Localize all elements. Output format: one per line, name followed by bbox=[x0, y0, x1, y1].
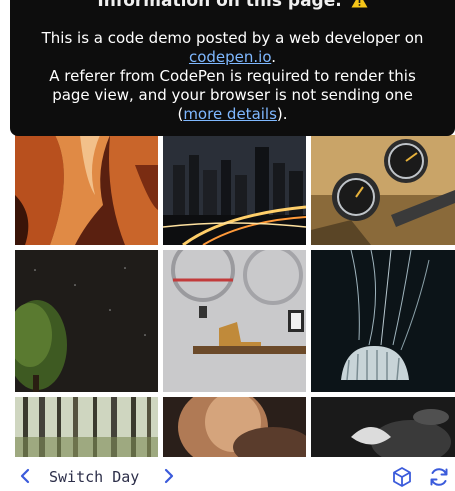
notice-line-4: (more details). bbox=[10, 105, 455, 124]
codepen-link[interactable]: codepen.io bbox=[189, 48, 271, 66]
notice-line-link: codepen.io. bbox=[10, 48, 455, 67]
notice-paren-close: ). bbox=[276, 105, 288, 123]
codepen-referer-notice: Information on this page. This is a code… bbox=[10, 0, 455, 136]
bottom-toolbar: Switch Day bbox=[0, 462, 455, 491]
notice-line-3: page view, and your browser is not sendi… bbox=[52, 86, 413, 104]
cube-button[interactable] bbox=[391, 466, 413, 488]
page: Information on this page. This is a code… bbox=[0, 0, 455, 491]
photo-tile-jellyfish[interactable] bbox=[311, 250, 455, 392]
photo-tile-motorcycle-gauges[interactable] bbox=[311, 135, 455, 245]
more-details-link[interactable]: more details bbox=[183, 105, 277, 123]
photo-tile-dark-abstract[interactable] bbox=[311, 397, 455, 457]
photo-tile-wall-shelf-boot[interactable] bbox=[163, 250, 306, 392]
notice-line-1: This is a code demo posted by a web deve… bbox=[41, 29, 424, 47]
refresh-icon bbox=[430, 468, 448, 486]
photo-tile-night-tree[interactable] bbox=[15, 250, 158, 392]
notice-heading-text: Information on this page. bbox=[97, 0, 342, 11]
notice-line-1-tail: . bbox=[271, 48, 277, 66]
cube-icon bbox=[393, 467, 411, 487]
chevron-left-icon bbox=[20, 468, 30, 484]
previous-day-button[interactable] bbox=[17, 466, 33, 486]
switch-day-label[interactable]: Switch Day bbox=[49, 468, 139, 486]
notice-line-2: A referer from CodePen is required to re… bbox=[49, 67, 416, 85]
photo-tile-blurred-portrait[interactable] bbox=[163, 397, 306, 457]
photo-tile-forest[interactable] bbox=[15, 397, 158, 457]
chevron-right-icon bbox=[164, 468, 174, 484]
next-day-button[interactable] bbox=[161, 466, 177, 486]
notice-heading: Information on this page. bbox=[10, 0, 455, 11]
notice-body: This is a code demo posted by a web deve… bbox=[10, 29, 455, 124]
photo-tile-city-night[interactable] bbox=[163, 135, 306, 245]
refresh-button[interactable] bbox=[428, 466, 450, 488]
photo-tile-canyon[interactable] bbox=[15, 135, 158, 245]
warning-icon bbox=[351, 0, 368, 8]
